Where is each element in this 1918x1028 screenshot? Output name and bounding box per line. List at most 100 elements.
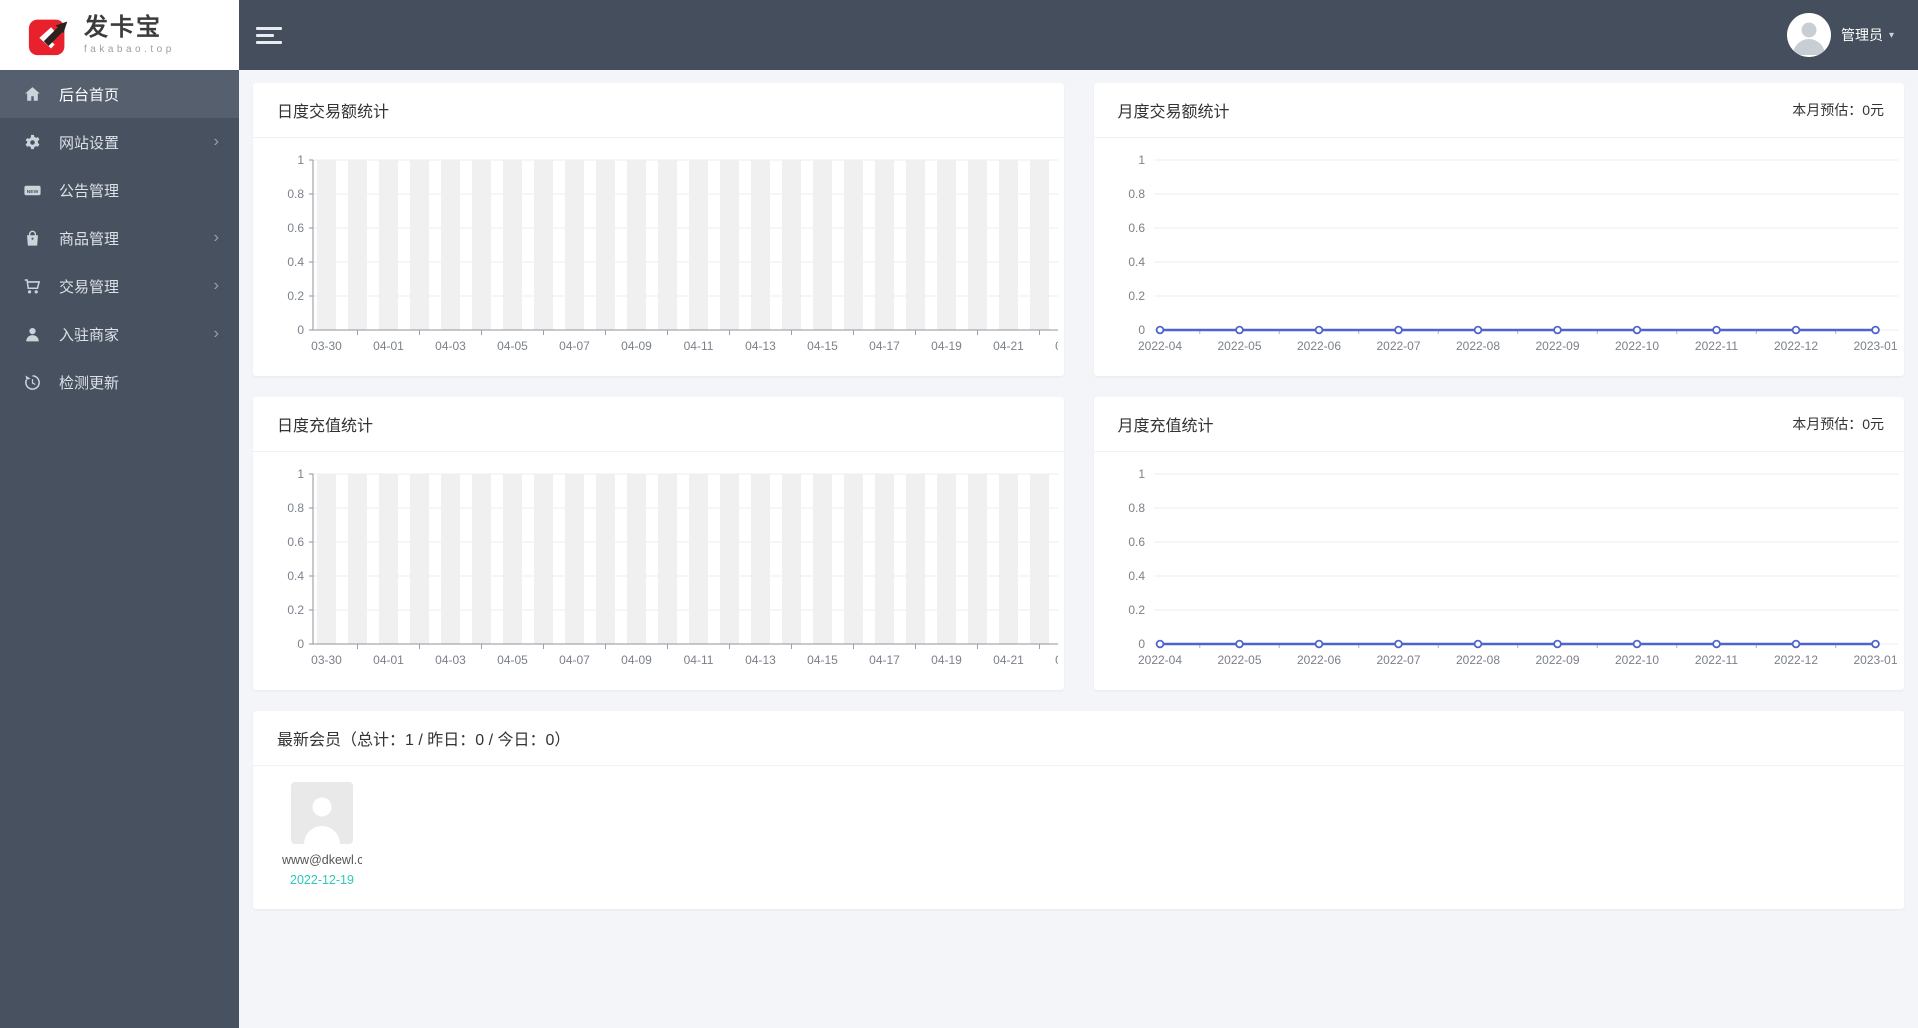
data-point-marker — [1314, 325, 1323, 335]
background-bar — [534, 474, 553, 644]
axis-tick-label: 2022-04 — [1137, 653, 1181, 667]
member-avatar-placeholder — [291, 782, 353, 844]
data-point-marker — [1870, 639, 1880, 649]
monthly-recharge-chart-card: 月度充值统计 本月预估：0元 0 0.2 0.4 0.6 0.8 1 2022-04 2022-0… — [1093, 397, 1904, 690]
goods-bag-icon-part — [26, 230, 39, 246]
axis-tick-label: 04-17 — [869, 339, 900, 353]
axis-tick-label: 2022-09 — [1535, 653, 1579, 667]
sidebar-item-site-settings[interactable]: 网站设置 › — [0, 118, 239, 166]
update-icon — [23, 373, 42, 392]
chart-canvas[interactable]: 0 0.2 0.4 0.6 0.8 1 03-30 04-01 04-03 04-05 04-07 0… — [259, 148, 1058, 362]
background-bar — [441, 160, 460, 330]
background-bar — [472, 160, 491, 330]
axis-tick-label: 0 — [297, 637, 304, 651]
axis-tick-label: 2022-08 — [1455, 653, 1499, 667]
cart-icon-part — [24, 278, 41, 289]
background-bar — [596, 474, 615, 644]
merchant-person-icon-part — [26, 327, 39, 341]
background-bar — [751, 160, 770, 330]
background-bar — [441, 474, 460, 644]
chart-title: 日度充值统计 — [277, 418, 374, 435]
axis-tick-label: 1 — [297, 467, 304, 481]
background-bar — [1030, 160, 1049, 330]
background-bar — [782, 474, 801, 644]
data-point-marker — [1234, 325, 1244, 335]
background-bar — [379, 474, 398, 644]
sidebar-item-label: 公告管理 — [59, 182, 120, 200]
axis-tick-label: 0.6 — [1128, 221, 1145, 235]
background-bar — [317, 160, 336, 330]
background-bar — [503, 160, 522, 330]
main-content: 日度交易额统计 0 0.2 0.4 0.6 0.8 1 03-30 04-01 04-03 04-0… — [239, 70, 1918, 1028]
chart-title: 日度交易额统计 — [277, 104, 390, 121]
user-menu[interactable]: 管理员 ▾ — [1786, 13, 1894, 57]
top-header: 管理员 ▾ — [239, 0, 1918, 70]
axis-tick-label: 0 — [1138, 323, 1145, 337]
data-point-marker — [1791, 325, 1800, 335]
data-point-marker — [1155, 639, 1164, 649]
hamburger-menu-icon[interactable] — [256, 26, 282, 44]
data-point-marker — [1632, 639, 1641, 649]
brand-logo-icon — [26, 11, 74, 59]
background-bar — [937, 474, 956, 644]
background-bar — [317, 474, 336, 644]
chart-canvas[interactable]: 0 0.2 0.4 0.6 0.8 1 2022-04 2022-05 2022-06 2022-… — [1100, 462, 1898, 676]
sidebar-item-merchants[interactable]: 入驻商家 › — [0, 310, 239, 358]
axis-tick-label: 04-21 — [993, 339, 1024, 353]
sidebar-item-trades[interactable]: 交易管理 › — [0, 262, 239, 310]
background-bar — [999, 474, 1018, 644]
background-bar — [379, 160, 398, 330]
chevron-right-icon: › — [213, 325, 219, 342]
data-point-marker — [1393, 639, 1403, 649]
gear-icon — [23, 133, 42, 152]
sidebar-item-label: 交易管理 — [59, 278, 120, 296]
brand-domain: fakabao.top — [84, 44, 175, 56]
background-bar — [348, 474, 367, 644]
axis-tick-label: 2022-04 — [1137, 339, 1181, 353]
brand-text: 发卡宝 fakabao.top — [84, 15, 175, 55]
person-silhouette-icon — [291, 782, 353, 844]
axis-tick-label: 1 — [1138, 467, 1145, 481]
bar-chart: 0 0.2 0.4 0.6 0.8 1 03-30 04-01 04-03 04-05 04-07 0… — [287, 467, 1058, 667]
background-bar — [410, 474, 429, 644]
merchant-person-icon — [23, 325, 42, 344]
axis-tick-label: 2022-07 — [1376, 653, 1420, 667]
sidebar-item-products[interactable]: 商品管理 › — [0, 214, 239, 262]
axis-tick-label: 2022-06 — [1296, 653, 1340, 667]
chart-card-header: 日度交易额统计 — [253, 83, 1064, 138]
sidebar-item-home[interactable]: 后台首页 — [0, 70, 239, 118]
background-bar — [813, 474, 832, 644]
user-avatar — [1786, 13, 1831, 57]
goods-bag-icon-part — [26, 234, 39, 246]
axis-tick-label: 04-11 — [684, 653, 714, 667]
latest-members-header: 最新会员（总计：1 / 昨日：0 / 今日：0） — [253, 711, 1904, 766]
update-icon-part — [25, 374, 40, 390]
background-bar — [999, 160, 1018, 330]
background-bar — [689, 474, 708, 644]
sidebar-item-announcements[interactable]: NEW 公告管理 — [0, 166, 239, 214]
axis-tick-label: 04-11 — [684, 339, 714, 353]
axis-tick-label: 2022-08 — [1455, 339, 1499, 353]
goods-bag-icon — [23, 229, 42, 248]
sidebar-item-check-update[interactable]: 检测更新 — [0, 358, 239, 406]
axis-tick-label: 0.6 — [287, 221, 304, 235]
axis-tick-label: 1 — [1138, 153, 1145, 167]
axis-tick-label: 03-30 — [311, 653, 342, 667]
goods-bag-icon-part — [31, 237, 34, 240]
axis-tick-label: 04-07 — [559, 339, 590, 353]
cart-icon — [23, 277, 42, 296]
chart-canvas[interactable]: 0 0.2 0.4 0.6 0.8 1 2022-04 2022-05 2022-06 2022-… — [1100, 148, 1898, 362]
chart-canvas[interactable]: 0 0.2 0.4 0.6 0.8 1 03-30 04-01 04-03 04-05 04-07 0… — [259, 462, 1058, 676]
latest-members-card: 最新会员（总计：1 / 昨日：0 / 今日：0） www@dkewl.com 20… — [253, 711, 1904, 909]
sidebar: 发卡宝 fakabao.top 后台首页 网站设置 › NEW 公告管理 商品管理 › 交易管… — [0, 0, 239, 1028]
axis-tick-label: 2022-12 — [1773, 339, 1817, 353]
latest-members-title: 最新会员（总计：1 / 昨日：0 / 今日：0） — [277, 732, 571, 749]
axis-tick-label: 2022-05 — [1217, 339, 1261, 353]
sidebar-item-label: 后台首页 — [59, 86, 120, 104]
axis-tick-label: 04-07 — [559, 653, 590, 667]
background-bar — [410, 160, 429, 330]
logo[interactable]: 发卡宝 fakabao.top — [0, 0, 239, 70]
axis-tick-label: 0.8 — [1128, 501, 1145, 515]
axis-tick-label: 2022-09 — [1535, 339, 1579, 353]
bar-chart: 0 0.2 0.4 0.6 0.8 1 03-30 04-01 04-03 04-05 04-07 0… — [287, 153, 1058, 353]
